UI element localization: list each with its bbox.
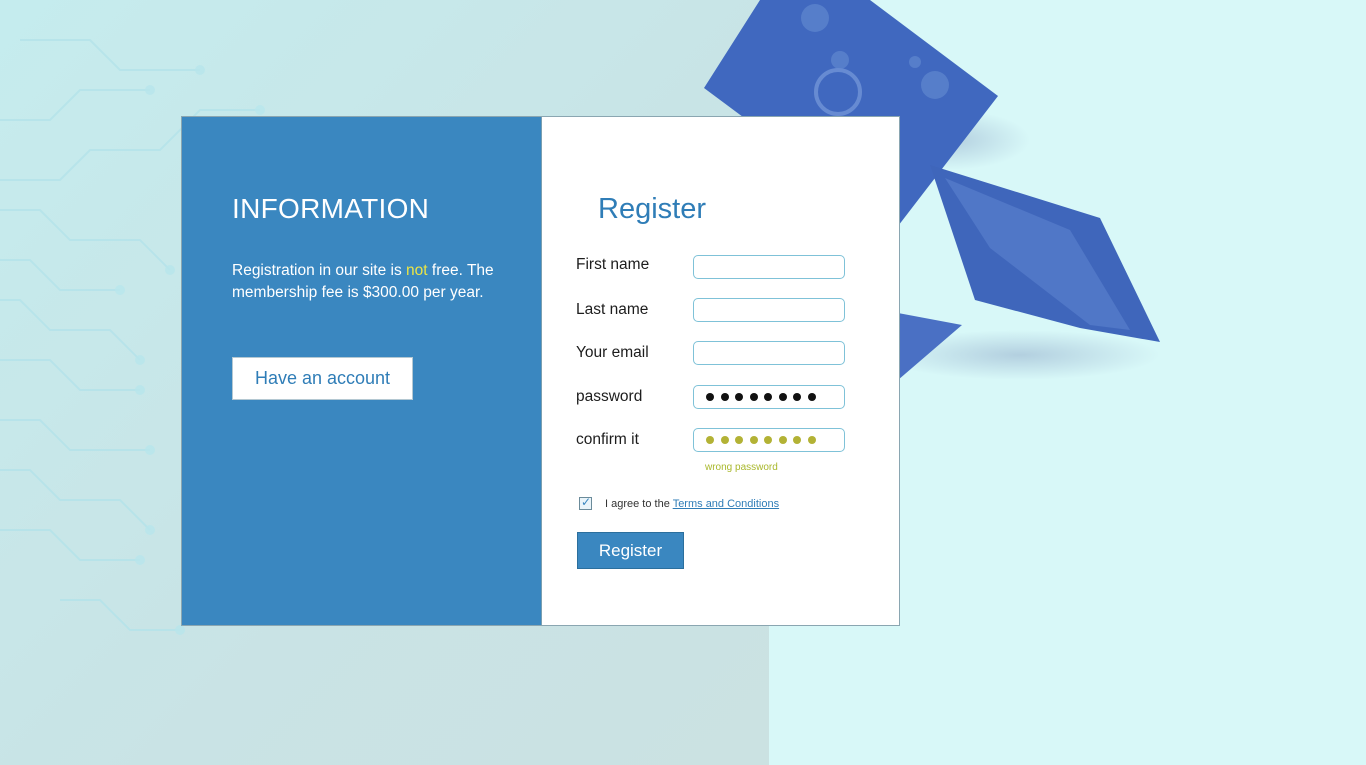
- info-text-part1: Registration in our site is: [232, 262, 407, 279]
- information-panel: INFORMATION Registration in our site is …: [182, 117, 542, 625]
- last-name-label: Last name: [576, 301, 649, 318]
- password-mask: [706, 393, 816, 403]
- information-text: Registration in our site is not free. Th…: [232, 260, 522, 304]
- confirm-password-mask: [706, 436, 816, 446]
- first-name-input[interactable]: [693, 255, 845, 279]
- password-input[interactable]: [693, 385, 845, 409]
- registration-card: INFORMATION Registration in our site is …: [181, 116, 900, 626]
- email-label: Your email: [576, 344, 649, 361]
- information-heading: INFORMATION: [232, 193, 430, 224]
- password-label: password: [576, 388, 643, 405]
- have-account-button[interactable]: Have an account: [232, 357, 413, 400]
- password-error-message: wrong password: [705, 462, 778, 473]
- first-name-label: First name: [576, 256, 650, 273]
- agree-label: I agree to the: [605, 498, 673, 510]
- agree-text: I agree to the Terms and Conditions: [605, 498, 779, 510]
- confirm-password-input[interactable]: [693, 428, 845, 452]
- checkmark-icon: ✓: [581, 495, 592, 509]
- register-heading: Register: [598, 193, 706, 225]
- agree-checkbox[interactable]: ✓: [579, 495, 592, 510]
- email-input[interactable]: [693, 341, 845, 365]
- last-name-input[interactable]: [693, 298, 845, 322]
- confirm-password-label: confirm it: [576, 431, 639, 448]
- info-text-highlight: not: [406, 262, 428, 279]
- terms-link[interactable]: Terms and Conditions: [673, 498, 779, 510]
- register-button[interactable]: Register: [577, 532, 684, 569]
